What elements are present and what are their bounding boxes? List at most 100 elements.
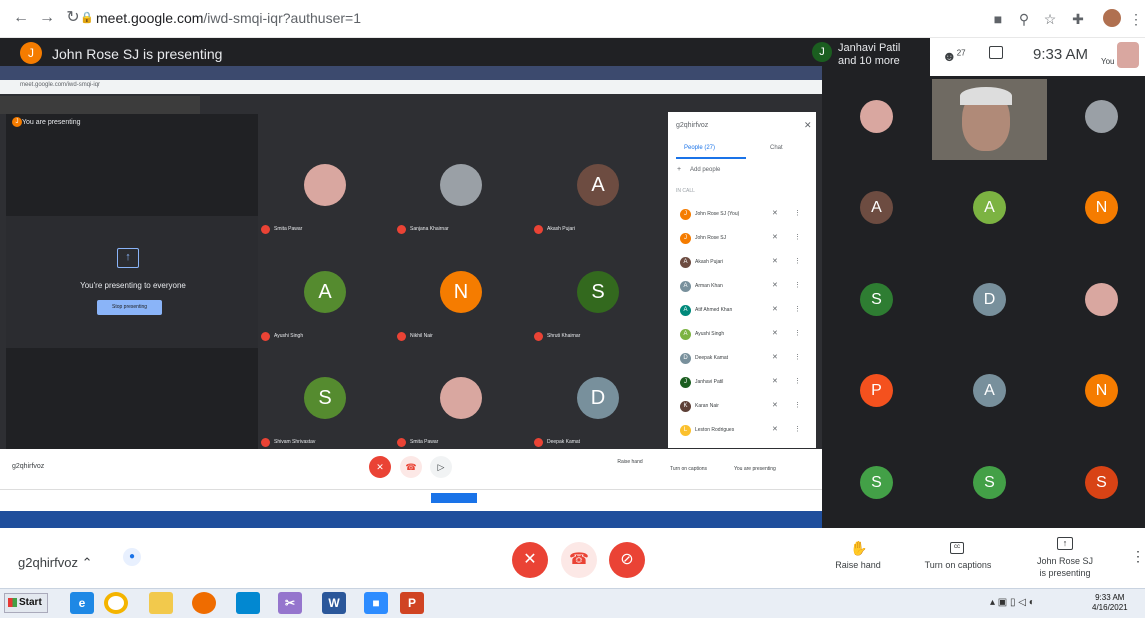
presenter-video <box>932 79 1047 160</box>
participant-name: Shruti Khairnar <box>547 333 581 339</box>
mic-off-icon[interactable]: ✕ <box>772 257 778 265</box>
address-bar[interactable]: meet.google.com/iwd-smqi-iqr?authuser=1 <box>96 10 361 26</box>
star-icon[interactable]: ☆ <box>1040 9 1060 29</box>
firefox-icon[interactable] <box>192 592 216 614</box>
shared-hangup-button[interactable]: ☎ <box>400 456 422 478</box>
mic-off-icon[interactable]: ✕ <box>772 329 778 337</box>
menu-icon[interactable]: ⋮ <box>1126 9 1145 29</box>
mic-off-icon[interactable]: ✕ <box>772 353 778 361</box>
profile-avatar[interactable] <box>1103 9 1121 27</box>
people-row[interactable]: A Akash Pujari ✕ ⋮ <box>676 257 806 277</box>
mic-off-button[interactable]: ✕ <box>512 542 548 578</box>
participant-avatar: A <box>577 164 619 206</box>
url-path: /iwd-smqi-iqr?authuser=1 <box>203 10 361 26</box>
media-icon[interactable] <box>236 592 260 614</box>
more-icon[interactable]: ⋮ <box>794 305 801 313</box>
self-view-thumbnail[interactable] <box>1117 42 1139 68</box>
forward-icon[interactable]: → <box>38 9 56 27</box>
folder-icon[interactable] <box>149 592 173 614</box>
more-icon[interactable]: ⋮ <box>794 281 801 289</box>
captions-button[interactable]: Turn on captions <box>918 560 998 570</box>
powerpoint-icon[interactable]: P <box>400 592 424 614</box>
stop-presenting-button[interactable]: Stop presenting <box>97 300 162 315</box>
shared-url: meet.google.com/iwd-smqi-iqr <box>20 82 101 88</box>
tray-icons: ▴ ▣ ▯ ◁ ◐ <box>990 597 1035 608</box>
hangup-button[interactable]: ☎ <box>561 542 597 578</box>
participant-avatar: S <box>973 466 1006 499</box>
mic-off-icon[interactable]: ✕ <box>772 209 778 217</box>
small-presenter-avatar: J <box>12 117 22 127</box>
panel-meeting-code: g2qhirfvoz <box>676 122 709 129</box>
people-row[interactable]: K Karan Nair ✕ ⋮ <box>676 401 806 421</box>
people-row[interactable]: J John Rose SJ (You) ✕ ⋮ <box>676 209 806 229</box>
people-avatar: L <box>680 425 691 436</box>
shield-icon[interactable]: ● <box>123 548 141 566</box>
tab-chat[interactable]: Chat <box>770 145 783 151</box>
meeting-code[interactable]: g2qhirfvoz ⌃ <box>18 555 93 571</box>
people-avatar: J <box>680 233 691 244</box>
people-row[interactable]: L Leston Rodrigues ✕ ⋮ <box>676 425 806 445</box>
more-icon[interactable]: ⋮ <box>794 353 801 361</box>
shared-raise-hand[interactable]: Raise hand <box>615 459 645 465</box>
mic-off-icon[interactable]: ✕ <box>772 425 778 433</box>
attendee-more: and 10 more <box>838 55 900 67</box>
people-avatar: K <box>680 401 691 412</box>
more-options-icon[interactable]: ⋮ <box>1131 548 1145 565</box>
mic-muted-icon <box>261 225 270 234</box>
zoom-app-icon[interactable]: ■ <box>364 592 388 614</box>
more-icon[interactable]: ⋮ <box>794 233 801 241</box>
close-icon[interactable]: ✕ <box>804 120 812 131</box>
people-row[interactable]: J John Rose SJ ✕ ⋮ <box>676 233 806 253</box>
tab-people[interactable]: People (27) <box>684 145 715 151</box>
mic-off-icon[interactable]: ✕ <box>772 377 778 385</box>
more-icon[interactable]: ⋮ <box>794 209 801 217</box>
ie-icon[interactable]: e <box>70 592 94 614</box>
more-icon[interactable]: ⋮ <box>794 425 801 433</box>
shared-camera-button[interactable]: ▷ <box>430 456 452 478</box>
people-avatar: A <box>680 281 691 292</box>
word-icon[interactable]: W <box>322 592 346 614</box>
people-row[interactable]: J Janhavi Patil ✕ ⋮ <box>676 377 806 397</box>
chrome-icon[interactable] <box>104 592 128 614</box>
back-icon[interactable]: ← <box>12 9 30 27</box>
zoom-icon[interactable]: ⚲ <box>1014 9 1034 29</box>
shared-mic-off-button[interactable]: ✕ <box>369 456 391 478</box>
mic-off-icon[interactable]: ✕ <box>772 305 778 313</box>
mic-muted-icon <box>397 438 406 447</box>
mic-muted-icon <box>534 438 543 447</box>
taskbar-date: 4/16/2021 <box>1092 603 1128 612</box>
you-are-presenting-label: You are presenting <box>22 119 81 126</box>
people-row[interactable]: A Arman Khan ✕ ⋮ <box>676 281 806 301</box>
taskbar-clock[interactable]: 9:33 AM 4/16/2021 <box>1092 593 1128 613</box>
more-icon[interactable]: ⋮ <box>794 377 801 385</box>
people-row[interactable]: D Deepak Kamat ✕ ⋮ <box>676 353 806 373</box>
chat-icon[interactable] <box>989 46 1003 59</box>
add-people-button[interactable]: Add people <box>690 167 720 173</box>
participant-avatar: S <box>1085 466 1118 499</box>
presenting-message: You're presenting to everyone <box>80 281 186 290</box>
add-person-icon: + <box>677 166 682 173</box>
mic-off-icon[interactable]: ✕ <box>772 233 778 241</box>
in-call-heading: IN CALL <box>676 188 695 194</box>
more-icon[interactable]: ⋮ <box>794 401 801 409</box>
more-icon[interactable]: ⋮ <box>794 257 801 265</box>
mic-muted-icon <box>534 225 543 234</box>
people-icon[interactable]: ☻27 <box>942 48 966 64</box>
raise-hand-button[interactable]: Raise hand <box>828 560 888 570</box>
camera-icon[interactable]: ■ <box>988 9 1008 29</box>
people-row[interactable]: A Atif Ahmed Khan ✕ ⋮ <box>676 305 806 325</box>
snipping-icon[interactable]: ✂ <box>278 592 302 614</box>
shared-presenting[interactable]: You are presenting <box>734 466 776 472</box>
mic-off-icon[interactable]: ✕ <box>772 401 778 409</box>
people-row[interactable]: A Ayushi Singh ✕ ⋮ <box>676 329 806 349</box>
more-icon[interactable]: ⋮ <box>794 329 801 337</box>
shared-addressbar <box>0 80 822 94</box>
camera-off-button[interactable]: ⊘ <box>609 542 645 578</box>
shared-captions[interactable]: Turn on captions <box>670 466 707 472</box>
people-avatar: A <box>680 329 691 340</box>
mic-off-icon[interactable]: ✕ <box>772 281 778 289</box>
presenting-status-button[interactable]: John Rose SJ is presenting <box>1030 555 1100 579</box>
participant-avatar: A <box>860 191 893 224</box>
shared-stop-sharing-button[interactable] <box>431 493 477 503</box>
extension-icon[interactable]: ✚ <box>1068 9 1088 29</box>
